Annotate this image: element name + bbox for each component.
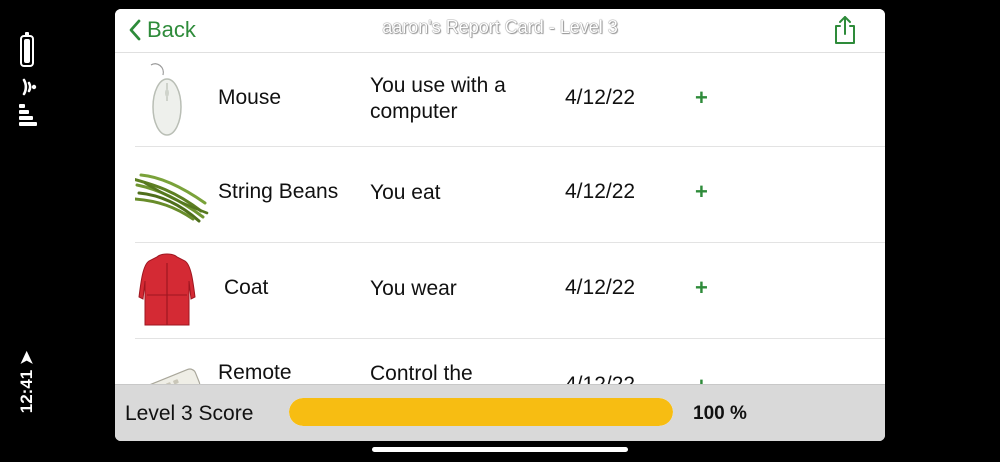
report-card-screen: Back aaron's Report Card - Level 3 Mouse…: [115, 9, 885, 441]
table-row[interactable]: Mouse You use with a computer 4/12/22 +: [135, 53, 885, 147]
wifi-icon: [22, 78, 37, 96]
item-description: You wear: [370, 277, 457, 300]
share-icon[interactable]: [833, 15, 857, 45]
item-date: 4/12/22: [565, 276, 636, 299]
item-description: You eat: [370, 181, 441, 204]
add-button[interactable]: +: [695, 179, 708, 205]
string-beans-image: [135, 173, 209, 223]
item-name: Mouse: [218, 86, 282, 109]
table-row[interactable]: Coat You wear 4/12/22 +: [135, 243, 885, 339]
mouse-image: [150, 63, 182, 136]
add-button[interactable]: +: [695, 85, 708, 111]
score-progress-fill: [289, 398, 673, 426]
table-row[interactable]: Remote Control the 4/12/22 +: [135, 339, 885, 385]
navigation-bar: Back aaron's Report Card - Level 3: [115, 9, 885, 53]
score-label: Level 3 Score: [125, 402, 254, 425]
report-list[interactable]: Mouse You use with a computer 4/12/22 + …: [115, 53, 885, 385]
battery-icon: [20, 32, 34, 67]
coat-image: [138, 253, 196, 326]
score-progress-bar: [289, 398, 673, 426]
item-description: Control the: [370, 362, 473, 385]
location-arrow-icon: ➤: [17, 350, 36, 366]
item-description: You use with a computer: [370, 74, 506, 123]
score-footer: Level 3 Score 100 %: [115, 384, 885, 441]
home-indicator[interactable]: [372, 447, 628, 452]
add-button[interactable]: +: [695, 275, 708, 301]
item-date: 4/12/22: [565, 180, 636, 203]
item-name: Coat: [224, 276, 269, 299]
remote-image: [144, 368, 201, 385]
score-percent: 100 %: [693, 403, 747, 424]
status-bar: 12:41 ➤: [0, 0, 60, 462]
page-title: aaron's Report Card - Level 3: [382, 17, 618, 37]
item-name: String Beans: [218, 180, 339, 203]
cellular-signal-icon: [19, 104, 37, 126]
status-time: 12:41 ➤: [17, 350, 36, 414]
table-row[interactable]: String Beans You eat 4/12/22 +: [135, 147, 885, 243]
item-name: Remote: [218, 361, 292, 384]
item-date: 4/12/22: [565, 86, 636, 109]
